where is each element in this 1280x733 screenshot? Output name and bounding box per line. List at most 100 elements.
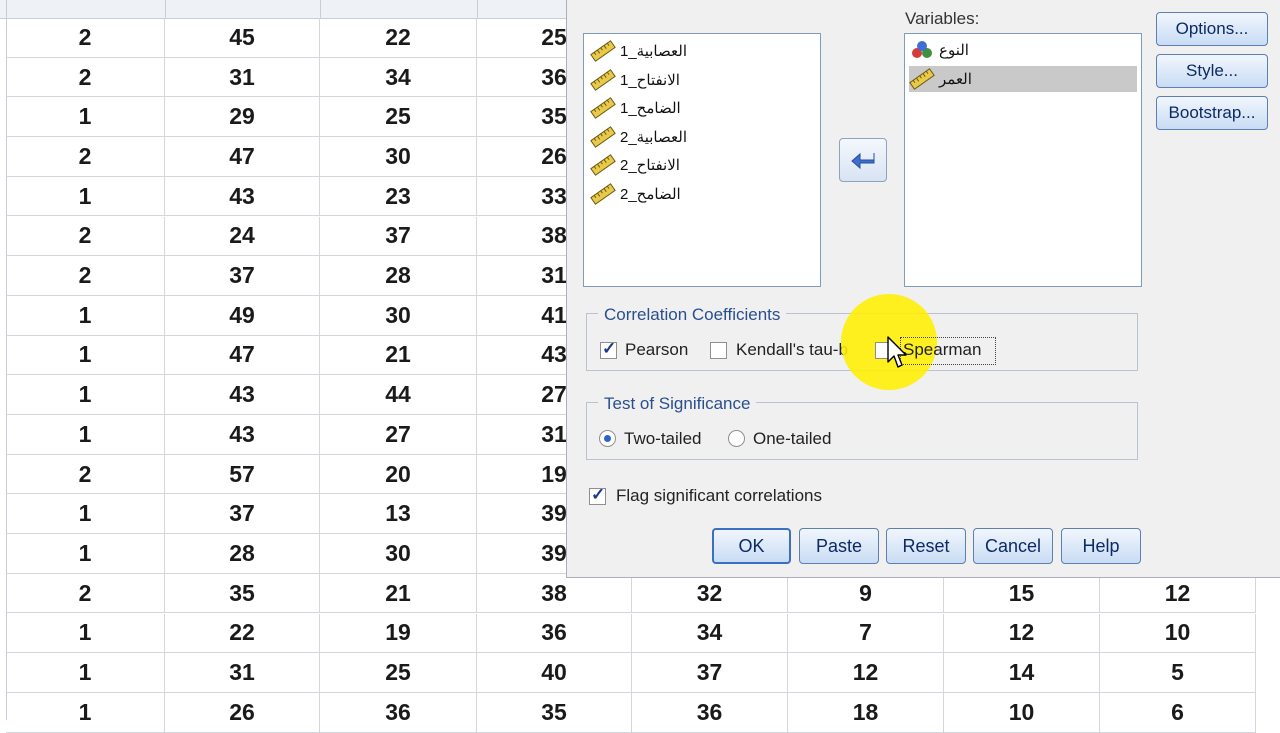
grid-cell[interactable]: 1 <box>6 97 165 138</box>
grid-cell[interactable]: 37 <box>632 653 788 693</box>
grid-cell[interactable]: 13 <box>320 494 477 535</box>
grid-cell[interactable]: 15 <box>944 573 1100 614</box>
grid-cell[interactable]: 21 <box>320 573 477 614</box>
grid-cell[interactable]: 49 <box>165 295 320 336</box>
grid-cell[interactable]: 1 <box>6 534 165 574</box>
target-variable-item[interactable]: النوع <box>909 37 1137 63</box>
kendall-checkbox[interactable] <box>710 342 727 359</box>
grid-cell[interactable]: 2 <box>6 454 165 495</box>
source-variable-item[interactable]: العصابية_1 <box>590 38 687 64</box>
grid-cell[interactable]: 25 <box>320 97 477 138</box>
reset-button[interactable]: Reset <box>886 528 966 564</box>
grid-cell[interactable]: 1 <box>6 295 165 336</box>
grid-cell[interactable]: 6 <box>1100 692 1256 733</box>
grid-cell[interactable]: 2 <box>6 57 165 98</box>
pearson-label[interactable]: Pearson <box>625 340 688 360</box>
grid-cell[interactable]: 10 <box>1100 613 1256 654</box>
grid-cell[interactable]: 27 <box>320 415 477 455</box>
grid-cell[interactable]: 20 <box>320 454 477 495</box>
kendall-label[interactable]: Kendall's tau-b <box>736 340 848 360</box>
grid-cell[interactable]: 47 <box>165 137 320 177</box>
grid-cell[interactable]: 30 <box>320 295 477 336</box>
grid-cell[interactable]: 12 <box>1100 573 1256 614</box>
options-button[interactable]: Options... <box>1156 12 1268 46</box>
grid-cell[interactable]: 22 <box>320 18 477 58</box>
grid-cell[interactable]: 43 <box>165 415 320 455</box>
source-variable-item[interactable]: الانفتاح_1 <box>590 67 680 93</box>
grid-cell[interactable]: 24 <box>165 216 320 257</box>
target-variable-item[interactable]: العمر <box>909 65 1137 92</box>
paste-button[interactable]: Paste <box>799 528 879 564</box>
grid-cell[interactable]: 57 <box>165 454 320 495</box>
flag-significant-label[interactable]: Flag significant correlations <box>616 486 822 506</box>
source-variable-list[interactable]: العصابية_1 الانفتاح_1 الضامح_1 العصابية_2 ال… <box>583 33 821 287</box>
grid-cell[interactable]: 34 <box>632 613 788 654</box>
grid-cell[interactable]: 36 <box>320 692 477 733</box>
grid-cell[interactable]: 1 <box>6 613 165 654</box>
grid-cell[interactable]: 1 <box>6 375 165 415</box>
grid-cell[interactable]: 9 <box>788 573 944 614</box>
grid-cell[interactable]: 47 <box>165 335 320 376</box>
grid-cell[interactable]: 44 <box>320 375 477 415</box>
grid-cell[interactable]: 37 <box>165 256 320 296</box>
grid-cell[interactable]: 30 <box>320 137 477 177</box>
grid-cell[interactable]: 18 <box>788 692 944 733</box>
grid-cell[interactable]: 19 <box>320 613 477 654</box>
help-button[interactable]: Help <box>1061 528 1141 564</box>
pearson-checkbox[interactable] <box>600 339 617 359</box>
flag-significant-checkbox[interactable] <box>589 485 606 505</box>
source-variable-item[interactable]: الضامح_1 <box>590 95 681 121</box>
target-variable-list[interactable]: النوع العمر <box>904 33 1142 287</box>
grid-cell[interactable]: 31 <box>165 57 320 98</box>
source-variable-item[interactable]: الانفتاح_2 <box>590 152 680 178</box>
grid-cell[interactable]: 1 <box>6 653 165 693</box>
grid-cell[interactable]: 12 <box>788 653 944 693</box>
grid-cell[interactable]: 31 <box>165 653 320 693</box>
grid-cell[interactable]: 26 <box>165 692 320 733</box>
grid-cell[interactable]: 7 <box>788 613 944 654</box>
grid-cell[interactable]: 40 <box>477 653 632 693</box>
grid-cell[interactable]: 43 <box>165 375 320 415</box>
cancel-button[interactable]: Cancel <box>973 528 1053 564</box>
grid-cell[interactable]: 21 <box>320 335 477 376</box>
grid-cell[interactable]: 1 <box>6 692 165 733</box>
grid-cell[interactable]: 1 <box>6 335 165 376</box>
source-variable-item[interactable]: العصابية_2 <box>590 124 687 150</box>
grid-cell[interactable]: 5 <box>1100 653 1256 693</box>
bootstrap-button[interactable]: Bootstrap... <box>1156 96 1268 130</box>
grid-cell[interactable]: 1 <box>6 415 165 455</box>
two-tailed-radio[interactable] <box>599 430 616 447</box>
grid-cell[interactable]: 34 <box>320 57 477 98</box>
grid-cell[interactable]: 35 <box>165 573 320 614</box>
one-tailed-label[interactable]: One-tailed <box>753 429 831 449</box>
grid-cell[interactable]: 29 <box>165 97 320 138</box>
grid-cell[interactable]: 1 <box>6 176 165 217</box>
grid-cell[interactable]: 12 <box>944 613 1100 654</box>
grid-cell[interactable]: 22 <box>165 613 320 654</box>
grid-cell[interactable]: 2 <box>6 256 165 296</box>
grid-cell[interactable]: 23 <box>320 176 477 217</box>
spearman-label[interactable]: Spearman <box>903 340 981 360</box>
grid-cell[interactable]: 14 <box>944 653 1100 693</box>
grid-cell[interactable]: 35 <box>477 692 632 733</box>
grid-cell[interactable]: 2 <box>6 573 165 614</box>
grid-cell[interactable]: 2 <box>6 137 165 177</box>
grid-cell[interactable]: 32 <box>632 573 788 614</box>
grid-cell[interactable]: 28 <box>165 534 320 574</box>
grid-cell[interactable]: 36 <box>632 692 788 733</box>
grid-cell[interactable]: 37 <box>320 216 477 257</box>
one-tailed-radio[interactable] <box>728 430 745 447</box>
grid-cell[interactable]: 2 <box>6 18 165 58</box>
grid-cell[interactable]: 38 <box>477 573 632 614</box>
grid-cell[interactable]: 25 <box>320 653 477 693</box>
grid-cell[interactable]: 10 <box>944 692 1100 733</box>
grid-cell[interactable]: 43 <box>165 176 320 217</box>
move-variable-button[interactable] <box>839 138 887 182</box>
grid-cell[interactable]: 28 <box>320 256 477 296</box>
ok-button[interactable]: OK <box>712 528 791 564</box>
two-tailed-label[interactable]: Two-tailed <box>624 429 701 449</box>
grid-cell[interactable]: 45 <box>165 18 320 58</box>
style-button[interactable]: Style... <box>1156 54 1268 88</box>
grid-cell[interactable]: 37 <box>165 494 320 535</box>
grid-cell[interactable]: 2 <box>6 216 165 257</box>
